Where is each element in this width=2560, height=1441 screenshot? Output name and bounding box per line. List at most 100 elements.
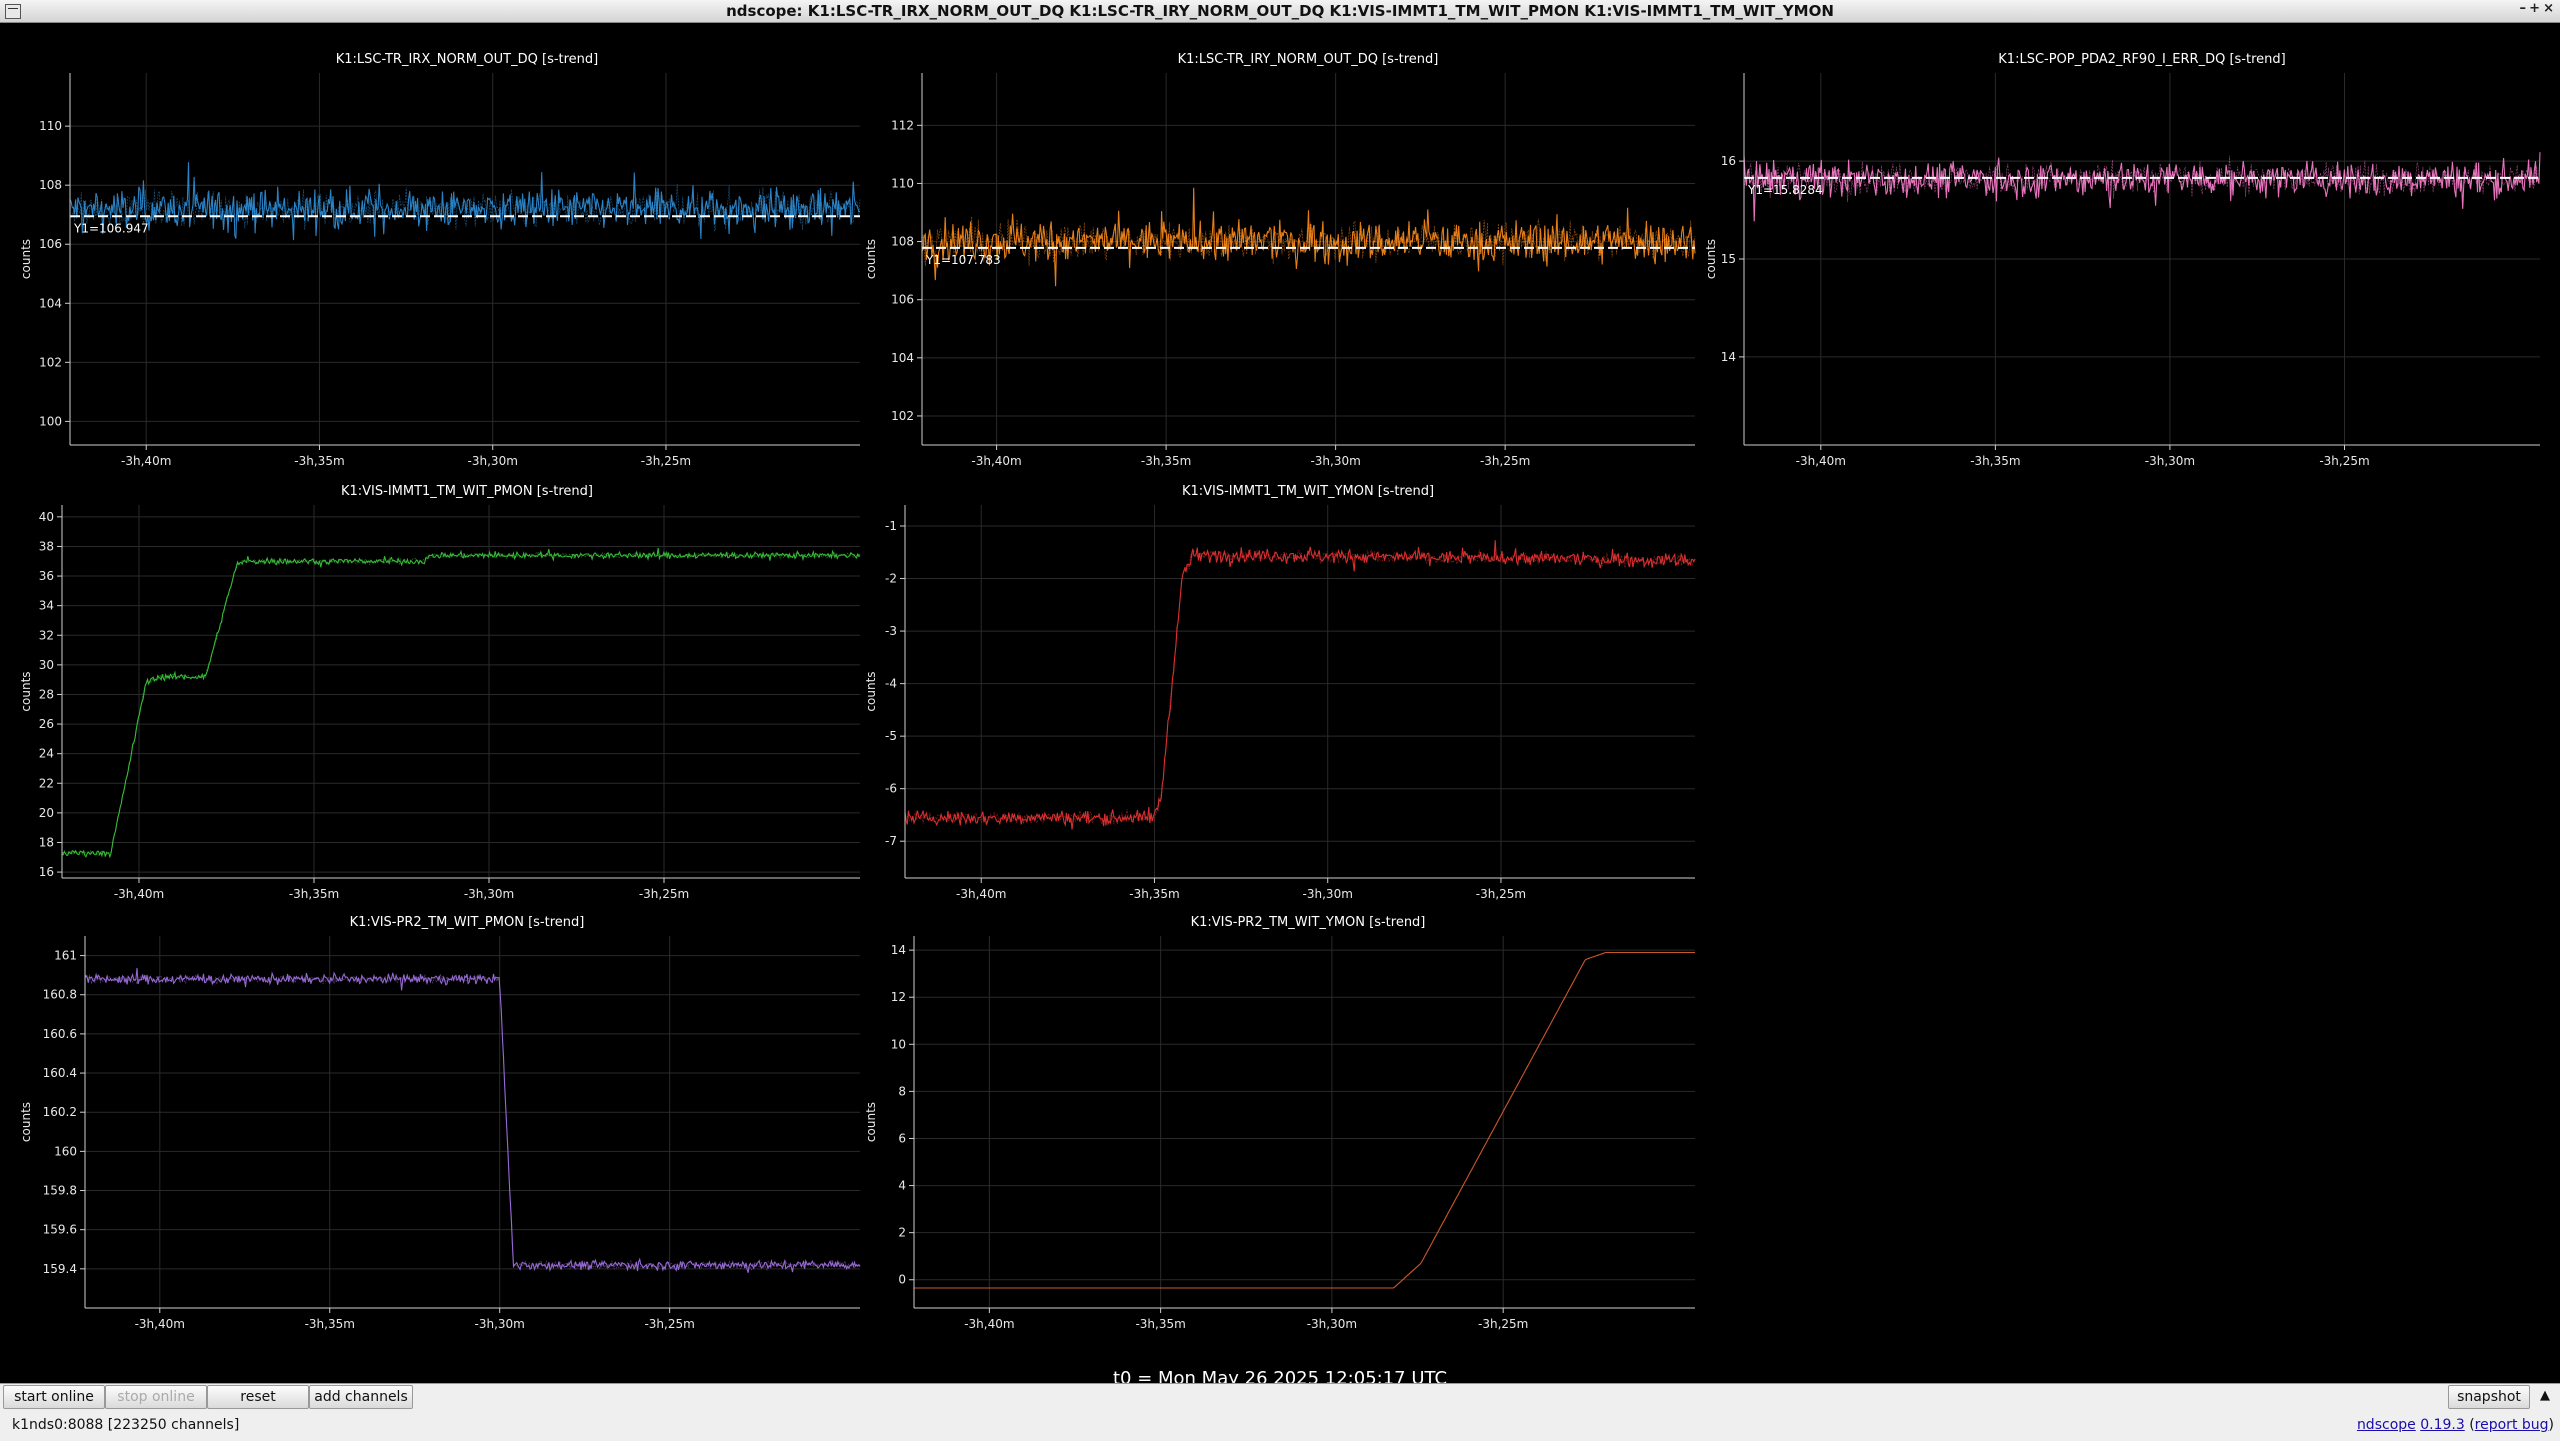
y-tick-label: 20 [39, 806, 54, 820]
add-channels-button[interactable]: add channels [309, 1385, 413, 1409]
y-axis-label: counts [864, 239, 878, 279]
plot-title: K1:VIS-IMMT1_TM_WIT_PMON [s-trend] [341, 484, 593, 499]
report-bug-link[interactable]: report bug [2475, 1417, 2549, 1433]
server-status: k1nds0:8088 [223250 channels] [12, 1417, 240, 1433]
series-line [84, 967, 861, 1273]
plot-title: K1:LSC-TR_IRX_NORM_OUT_DQ [s-trend] [336, 52, 599, 67]
y-tick-label: 106 [39, 237, 62, 251]
series-line [1743, 152, 2541, 222]
close-paren: ) [2548, 1417, 2554, 1433]
y-tick-label: 22 [39, 776, 54, 790]
maximize-icon[interactable]: + [2529, 1, 2540, 16]
y-axis-label: counts [19, 1102, 33, 1142]
reset-button[interactable]: reset [207, 1385, 309, 1409]
plot-title: K1:LSC-POP_PDA2_RF90_I_ERR_DQ [s-trend] [1998, 52, 2285, 67]
stop-online-button[interactable]: stop online [105, 1385, 207, 1409]
y-tick-label: 24 [39, 747, 54, 761]
series-line [914, 951, 1695, 1289]
ndscope-link[interactable]: ndscope [2357, 1417, 2416, 1433]
x-tick-label: -3h,40m [114, 887, 164, 901]
y-tick-label: 4 [898, 1179, 906, 1193]
x-tick-label: -3h,35m [1970, 454, 2020, 468]
plot-title: K1:LSC-TR_IRY_NORM_OUT_DQ [s-trend] [1178, 52, 1439, 67]
x-tick-label: -3h,30m [464, 887, 514, 901]
x-tick-label: -3h,40m [135, 1317, 185, 1331]
expand-icon[interactable]: ▲ [2540, 1388, 2550, 1403]
y-axis-label: counts [864, 1102, 878, 1142]
x-tick-label: -3h,30m [2145, 454, 2195, 468]
y-tick-label: -7 [885, 834, 897, 848]
y-tick-label: 14 [1721, 350, 1736, 364]
x-tick-label: -3h,25m [639, 887, 689, 901]
x-tick-label: -3h,35m [1135, 1317, 1185, 1331]
x-tick-label: -3h,25m [2319, 454, 2369, 468]
x-tick-label: -3h,30m [1303, 887, 1353, 901]
window-title: ndscope: K1:LSC-TR_IRX_NORM_OUT_DQ K1:LS… [726, 2, 1834, 20]
x-tick-label: -3h,35m [1129, 887, 1179, 901]
start-online-button[interactable]: start online [3, 1385, 105, 1409]
x-tick-label: -3h,40m [964, 1317, 1014, 1331]
x-tick-label: -3h,40m [956, 887, 1006, 901]
y-tick-label: 100 [39, 414, 62, 428]
y-tick-label: 112 [891, 118, 914, 132]
plot-canvas[interactable]: K1:LSC-TR_IRX_NORM_OUT_DQ [s-trend] Y1=10… [0, 23, 2560, 1383]
y-axis-label: counts [19, 239, 33, 279]
y-tick-label: 8 [898, 1084, 906, 1098]
y-tick-label: 0 [898, 1273, 906, 1287]
y-tick-label: 161 [54, 949, 77, 963]
y-tick-label: 106 [891, 293, 914, 307]
y-tick-label: 104 [891, 351, 914, 365]
y-tick-label: 36 [39, 569, 54, 583]
series-envelope [61, 551, 861, 856]
y-tick-label: 26 [39, 717, 54, 731]
y-tick-label: 104 [39, 296, 62, 310]
x-tick-label: -3h,40m [121, 454, 171, 468]
x-tick-label: -3h,40m [971, 454, 1021, 468]
window-titlebar: ndscope: K1:LSC-TR_IRX_NORM_OUT_DQ K1:LS… [0, 0, 2560, 23]
y-tick-label: 160.8 [43, 988, 77, 1002]
y1-cursor-label: Y1=106.947 [73, 221, 149, 235]
series-line [61, 547, 861, 859]
x-tick-label: -3h,25m [641, 454, 691, 468]
x-tick-label: -3h,35m [1141, 454, 1191, 468]
y1-cursor-label: Y1=107.783 [925, 253, 1001, 267]
y-tick-label: 110 [891, 176, 914, 190]
y-tick-label: 160.2 [43, 1105, 77, 1119]
y-axis-label: counts [864, 671, 878, 711]
version-info: ndscope 0.19.3 (report bug) [2357, 1417, 2554, 1433]
minimize-icon[interactable]: – [2520, 1, 2527, 16]
x-tick-label: -3h,25m [1478, 1317, 1528, 1331]
y-tick-label: 159.8 [43, 1184, 77, 1198]
x-tick-label: -3h,35m [294, 454, 344, 468]
series-line [904, 540, 1696, 830]
y-tick-label: 30 [39, 658, 54, 672]
y-tick-label: -1 [885, 519, 897, 533]
y-tick-label: 14 [891, 943, 906, 957]
y1-cursor-label: Y1=15.8284 [1747, 183, 1823, 197]
y-tick-label: 160.6 [43, 1027, 77, 1041]
y-tick-label: 38 [39, 539, 54, 553]
plot-area[interactable]: K1:LSC-TR_IRX_NORM_OUT_DQ [s-trend] Y1=10… [0, 23, 2560, 1410]
y-tick-label: 160.4 [43, 1066, 77, 1080]
y-tick-label: -4 [885, 677, 897, 691]
snapshot-button[interactable]: snapshot [2448, 1385, 2530, 1409]
y-tick-label: 102 [891, 409, 914, 423]
y-tick-label: 18 [39, 835, 54, 849]
x-tick-label: -3h,30m [468, 454, 518, 468]
version-link[interactable]: 0.19.3 [2420, 1417, 2465, 1433]
series-envelope [904, 549, 1696, 825]
control-bar: start online stop online reset add chann… [0, 1383, 2560, 1441]
y-tick-label: 40 [39, 510, 54, 524]
y-tick-label: 32 [39, 628, 54, 642]
y-tick-label: 2 [898, 1226, 906, 1240]
series-line [921, 187, 1696, 287]
y-tick-label: -5 [885, 729, 897, 743]
plot-title: K1:VIS-PR2_TM_WIT_YMON [s-trend] [1191, 915, 1426, 930]
y-axis-label: counts [19, 671, 33, 711]
close-icon[interactable]: × [2543, 1, 2554, 16]
plot-title: K1:VIS-PR2_TM_WIT_PMON [s-trend] [350, 915, 585, 930]
x-tick-label: -3h,35m [305, 1317, 355, 1331]
y-tick-label: -3 [885, 624, 897, 638]
y-tick-label: 102 [39, 355, 62, 369]
y-tick-label: 160 [54, 1144, 77, 1158]
